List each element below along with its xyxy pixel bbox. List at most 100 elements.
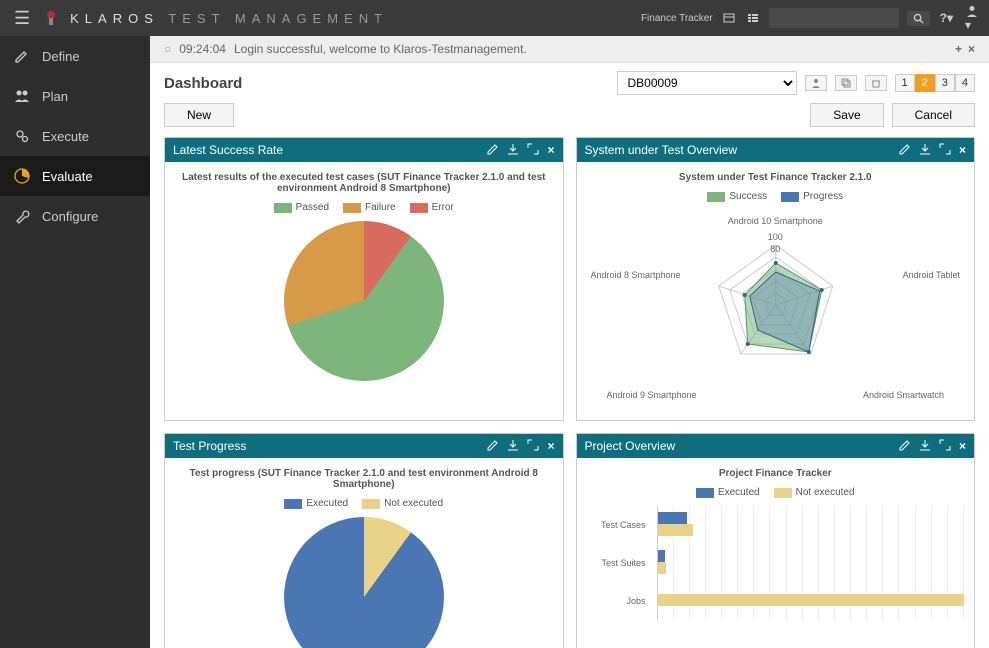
close-icon[interactable]: ×: [959, 143, 966, 157]
sidebar-item-plan[interactable]: Plan: [0, 76, 150, 116]
panel-subtitle: Latest results of the executed test case…: [175, 172, 553, 194]
cancel-button[interactable]: Cancel: [892, 103, 975, 127]
new-button[interactable]: New: [164, 103, 234, 127]
legend-item: Progress: [781, 191, 843, 202]
radar-axis-label: Android 10 Smartphone: [728, 216, 823, 226]
notif-time: 09:24:04: [179, 42, 226, 56]
cogs-icon: [14, 128, 32, 144]
help-icon[interactable]: ?▾: [938, 9, 955, 27]
radar-chart: 100 80 Android 10 Smartphone Android Tab…: [587, 210, 965, 410]
panel-actions: ×: [487, 439, 554, 453]
radar-axis-label: Android Smartwatch: [863, 390, 944, 400]
sidebar-item-label: Evaluate: [42, 169, 93, 184]
sidebar-item-execute[interactable]: Execute: [0, 116, 150, 156]
sidebar-item-define[interactable]: Define: [0, 36, 150, 76]
bar-row: Test Suites: [657, 544, 965, 582]
legend: Passed Failure Error: [175, 202, 553, 213]
edit-icon[interactable]: [899, 439, 911, 453]
panel-project-overview: Project Overview × Project Finance Track…: [576, 433, 976, 648]
download-icon[interactable]: [507, 439, 519, 453]
download-icon[interactable]: [919, 143, 931, 157]
panel-subtitle: Test progress (SUT Finance Tracker 2.1.0…: [175, 468, 553, 490]
expand-icon[interactable]: [527, 143, 539, 157]
save-button[interactable]: Save: [810, 103, 883, 127]
edit-icon[interactable]: [899, 143, 911, 157]
panel-actions: ×: [899, 143, 966, 157]
panel-title: Project Overview: [585, 439, 899, 453]
users-icon: [14, 88, 32, 104]
sidebar-item-label: Execute: [42, 129, 89, 144]
legend-item: Not executed: [774, 487, 855, 498]
legend-item: Failure: [343, 202, 396, 213]
page-header: Dashboard DB00009 1 2 3 4: [150, 63, 989, 103]
legend-item: Passed: [274, 202, 329, 213]
add-icon[interactable]: +: [955, 42, 962, 56]
legend: Executed Not executed: [175, 498, 553, 509]
edit-icon[interactable]: [487, 439, 499, 453]
radar-tick: 80: [770, 244, 780, 254]
radar-tick: 100: [768, 232, 783, 242]
app-title: KLAROS TEST MANAGEMENT: [70, 11, 388, 26]
notif-actions: + ×: [955, 42, 975, 56]
page-title: Dashboard: [164, 75, 242, 92]
user-menu-icon[interactable]: ▾: [963, 2, 981, 34]
sidebar-item-label: Define: [42, 49, 80, 64]
logo-icon: [42, 9, 60, 27]
panel-header: Test Progress ×: [165, 434, 563, 458]
panel-actions: ×: [899, 439, 966, 453]
notification-bar: ○ 09:24:04 Login successful, welcome to …: [150, 36, 989, 63]
notif-message: Login successful, welcome to Klaros-Test…: [234, 42, 527, 56]
panel-body: System under Test Finance Tracker 2.1.0 …: [577, 162, 975, 420]
delete-button[interactable]: [865, 75, 887, 91]
button-row: New Save Cancel: [150, 103, 989, 137]
expand-icon[interactable]: [527, 439, 539, 453]
close-icon[interactable]: ×: [547, 143, 554, 157]
pie-chart: [284, 517, 444, 648]
expand-icon[interactable]: [939, 143, 951, 157]
legend: Executed Not executed: [587, 487, 965, 498]
legend-item: Error: [410, 202, 454, 213]
edit-icon: [14, 48, 32, 64]
dashboard-select[interactable]: DB00009: [617, 71, 797, 95]
main: ○ 09:24:04 Login successful, welcome to …: [150, 36, 989, 648]
page-num[interactable]: 3: [935, 74, 955, 92]
expand-icon[interactable]: [939, 439, 951, 453]
panel-actions: ×: [487, 143, 554, 157]
download-icon[interactable]: [919, 439, 931, 453]
download-icon[interactable]: [507, 143, 519, 157]
topbar: ☰ KLAROS TEST MANAGEMENT Finance Tracker…: [0, 0, 989, 36]
copy-button[interactable]: [835, 75, 857, 91]
project-icon[interactable]: [721, 10, 737, 26]
panel-title: Test Progress: [173, 439, 487, 453]
panel-body: Project Finance Tracker Executed Not exe…: [577, 458, 975, 648]
close-icon[interactable]: ×: [968, 42, 975, 56]
search-button[interactable]: [907, 11, 930, 26]
pie-chart: [284, 221, 444, 381]
topbar-right: Finance Tracker ?▾ ▾: [641, 2, 981, 34]
panel-body: Test progress (SUT Finance Tracker 2.1.0…: [165, 458, 563, 648]
edit-icon[interactable]: [487, 143, 499, 157]
sidebar-item-evaluate[interactable]: Evaluate: [0, 156, 150, 196]
close-icon[interactable]: ×: [959, 439, 966, 453]
panel-body: Latest results of the executed test case…: [165, 162, 563, 391]
dashboard-grid: Latest Success Rate × Latest results of …: [150, 137, 989, 648]
panel-header: System under Test Overview ×: [577, 138, 975, 162]
sidebar: Define Plan Execute Evaluate Configure: [0, 36, 150, 648]
search-input[interactable]: [769, 8, 899, 28]
app-name-strong: KLAROS: [70, 11, 159, 26]
menu-toggle-icon[interactable]: ☰: [8, 8, 36, 29]
bar-label: Test Suites: [587, 558, 652, 568]
list-icon[interactable]: [745, 10, 761, 26]
dashboard-pager: 1 2 3 4: [895, 74, 976, 92]
page-num[interactable]: 4: [955, 74, 975, 92]
sidebar-item-configure[interactable]: Configure: [0, 196, 150, 236]
page-num[interactable]: 1: [895, 74, 915, 92]
close-icon[interactable]: ×: [547, 439, 554, 453]
bar-chart: Test Cases Test Suites: [587, 506, 965, 648]
radar-axis-label: Android 9 Smartphone: [607, 390, 697, 400]
bar-row: Test Cases: [657, 506, 965, 544]
bar-label: Jobs: [587, 596, 652, 606]
user-action-button[interactable]: [805, 75, 827, 91]
page-num[interactable]: 2: [915, 74, 935, 92]
panel-subtitle: Project Finance Tracker: [587, 468, 965, 479]
